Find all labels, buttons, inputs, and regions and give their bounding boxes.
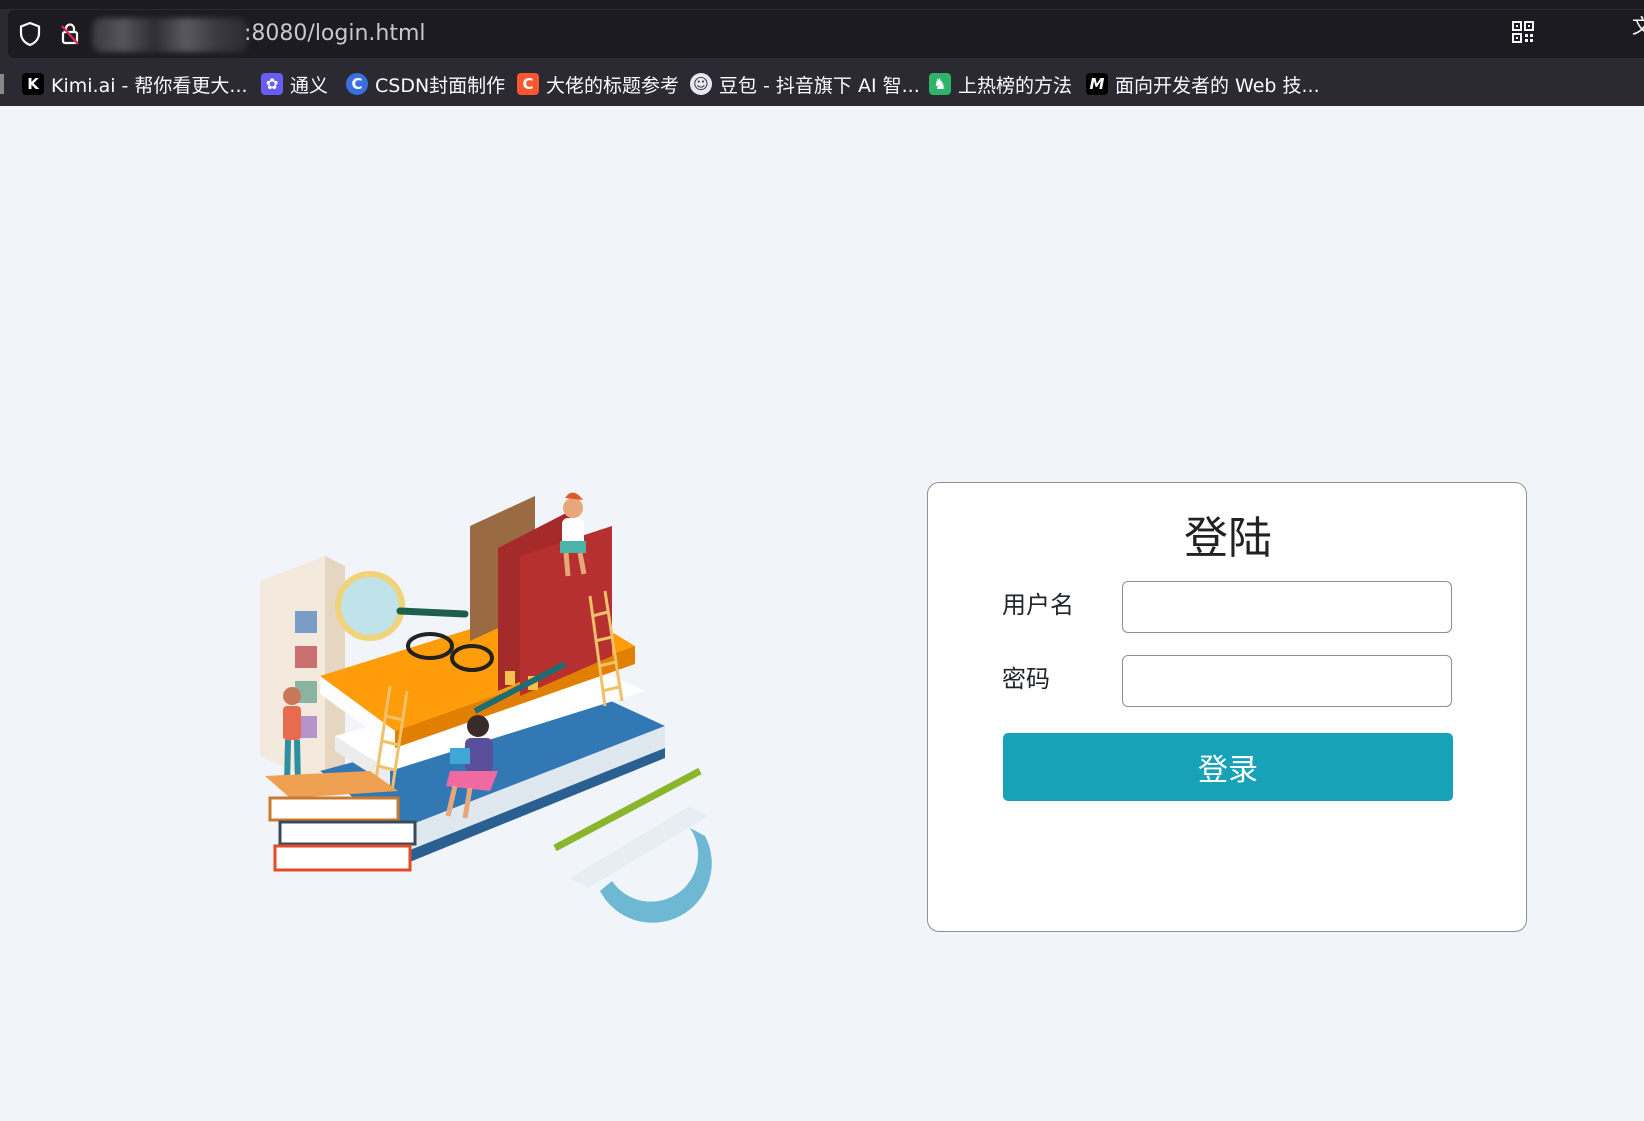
tongyi-icon: ✿ <box>261 73 283 95</box>
mdn-icon: M <box>1086 73 1108 95</box>
kimi-icon: K <box>22 73 44 95</box>
password-input[interactable] <box>1122 655 1452 707</box>
bookmark-doubao[interactable]: ☺ 豆包 - 抖音旗下 AI 智... <box>690 70 920 98</box>
translate-icon[interactable]: 文 <box>1632 16 1644 36</box>
qr-code-icon[interactable] <box>1512 21 1638 47</box>
redacted-host <box>92 18 248 52</box>
bookmark-kimi[interactable]: K Kimi.ai - 帮你看更大... <box>22 70 248 98</box>
page-body: 登陆 用户名 密码 登录 <box>0 106 1644 1121</box>
password-label: 密码 <box>1002 665 1050 693</box>
csdn-icon: C <box>517 73 539 95</box>
canva-icon: C <box>346 73 368 95</box>
bookmarks-toolbar: K Kimi.ai - 帮你看更大... ✿ 通义 C CSDN封面制作 C 大… <box>0 62 1644 106</box>
insecure-lock-icon[interactable] <box>56 20 84 48</box>
browser-chrome: :8080/login.html 文 K Kimi.ai - 帮你看更大... … <box>0 0 1644 106</box>
username-label: 用户名 <box>1002 591 1074 619</box>
bookmark-overflow-edge <box>0 74 4 94</box>
person-standing-left <box>283 687 301 787</box>
login-button[interactable]: 登录 <box>1003 733 1453 801</box>
bookmark-label: Kimi.ai - 帮你看更大... <box>51 74 248 97</box>
bookmark-label: 豆包 - 抖音旗下 AI 智... <box>719 74 920 97</box>
ruler-graphic <box>570 806 708 888</box>
bookmark-label: 面向开发者的 Web 技... <box>1115 74 1320 97</box>
bookmark-mdn[interactable]: M 面向开发者的 Web 技... <box>1086 70 1320 98</box>
magnifier-graphic <box>335 571 405 641</box>
bookmark-label: CSDN封面制作 <box>375 74 506 97</box>
doubao-icon: ☺ <box>690 73 712 95</box>
bookmark-label: 大佬的标题参考 <box>546 74 680 97</box>
tab-strip-edge <box>0 0 1644 9</box>
address-bar[interactable]: :8080/login.html <box>8 10 1644 58</box>
username-input[interactable] <box>1122 581 1452 633</box>
hotlist-icon: ♞ <box>929 73 951 95</box>
url-text[interactable]: :8080/login.html <box>244 20 426 48</box>
bookmark-title-reference[interactable]: C 大佬的标题参考 <box>517 70 679 98</box>
bookmark-label: 通义 <box>290 74 329 97</box>
bookmark-hotlist-method[interactable]: ♞ 上热榜的方法 <box>929 70 1072 98</box>
shield-icon[interactable] <box>16 20 44 48</box>
books-illustration <box>260 492 712 923</box>
bookshelf-graphic <box>260 556 345 786</box>
bookmark-label: 上热榜的方法 <box>958 74 1073 97</box>
bookmark-csdn-cover[interactable]: C CSDN封面制作 <box>346 70 505 98</box>
bookmark-tongyi[interactable]: ✿ 通义 <box>261 70 328 98</box>
login-card: 登陆 用户名 密码 登录 <box>927 482 1527 932</box>
login-title: 登陆 <box>1184 513 1272 564</box>
